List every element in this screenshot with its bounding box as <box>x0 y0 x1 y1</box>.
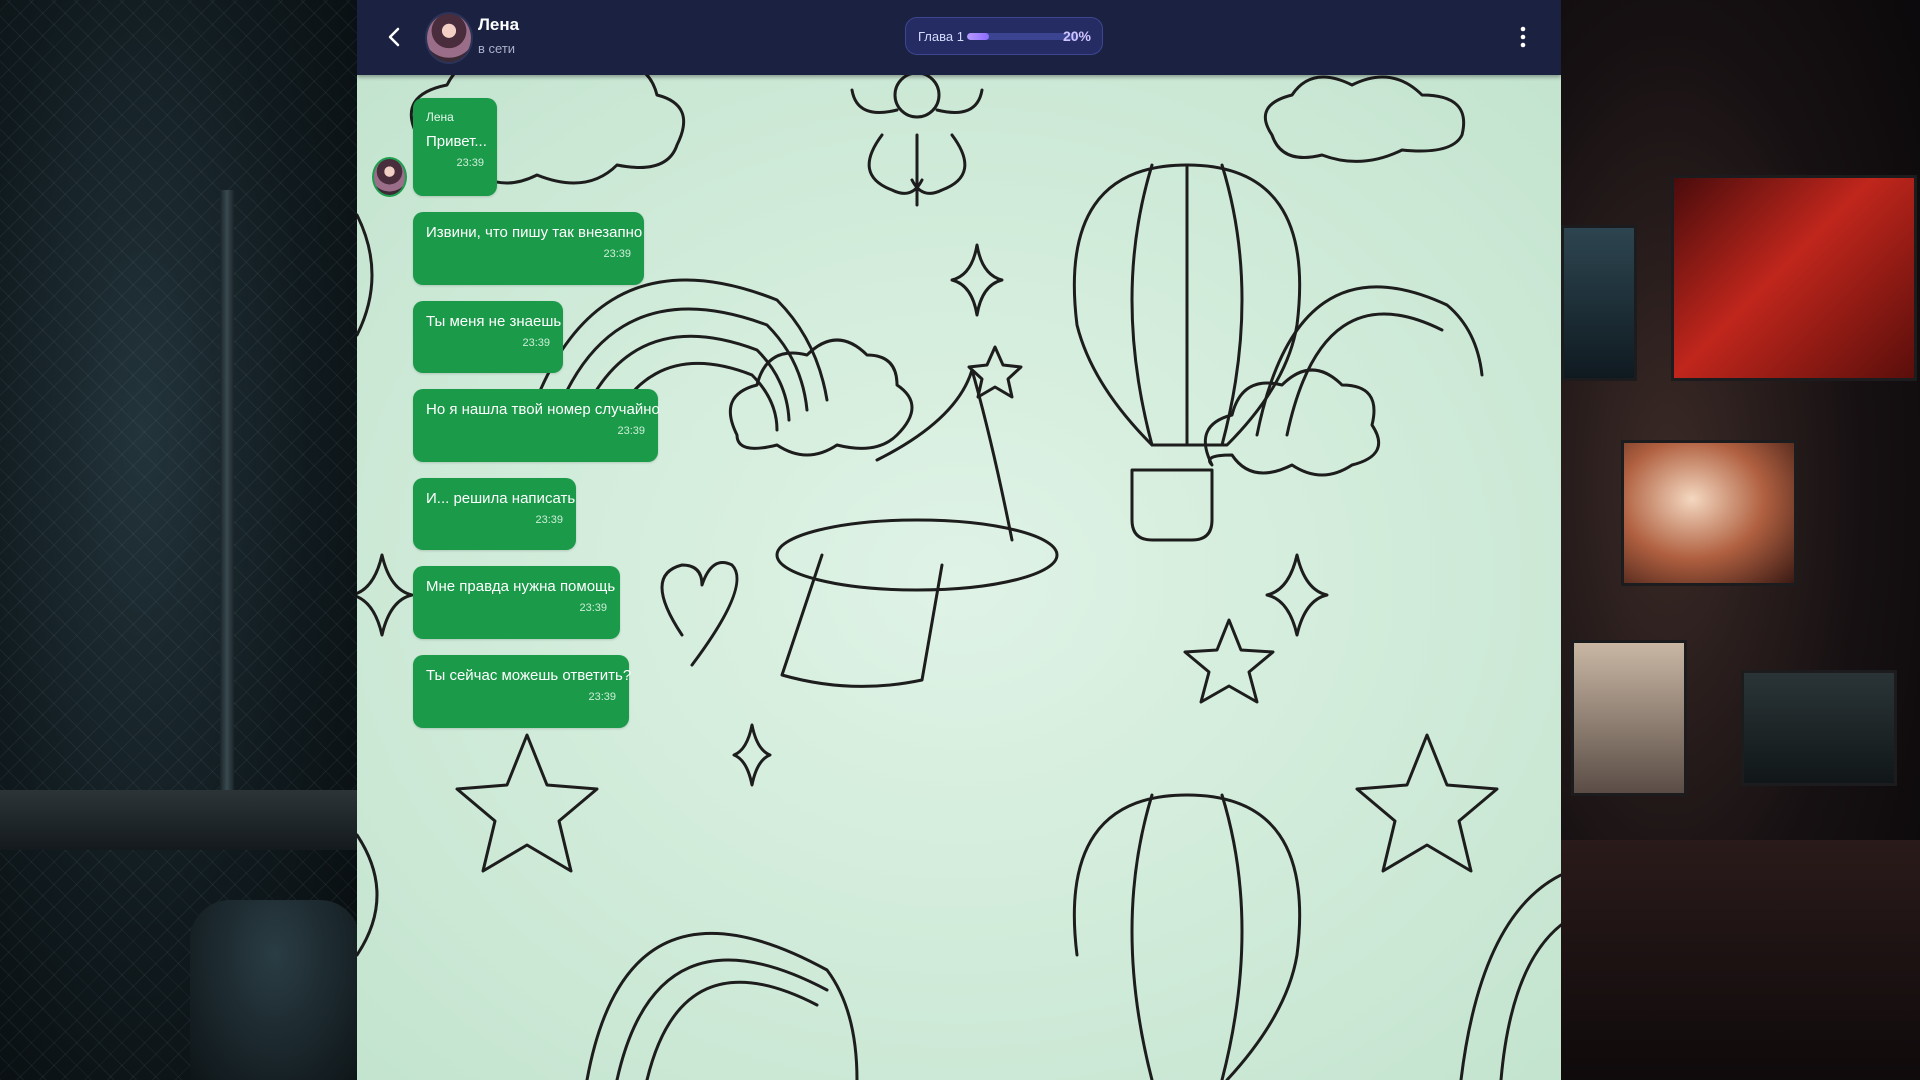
message-list: Лена Привет... 23:39 Извини, что пишу та… <box>357 75 1561 1080</box>
desk-surface <box>1561 840 1920 1080</box>
contact-status: в сети <box>478 41 516 56</box>
chat-app: Лена в сети Глава 1 20% Лена Привет... 2… <box>357 0 1561 1080</box>
monitor-screen <box>1741 670 1897 786</box>
message-text: Мне правда нужна помощь <box>426 578 616 595</box>
chair-silhouette <box>190 900 357 1080</box>
message-text: Ты сейчас можешь ответить? <box>426 667 632 684</box>
message-bubble[interactable]: Лена Привет... 23:39 <box>413 98 497 196</box>
back-button[interactable] <box>379 22 409 52</box>
monitor-screen <box>1671 175 1917 381</box>
monitor-screen <box>1571 640 1687 796</box>
message-text: И... решила написать <box>426 490 576 507</box>
monitor-screen <box>1561 225 1637 381</box>
fence-post <box>220 190 234 830</box>
message-text: Ты меня не знаешь <box>426 313 562 330</box>
message-text: Но я нашла твой номер случайно <box>426 401 660 418</box>
message-time: 23:39 <box>603 248 631 260</box>
more-vertical-icon <box>1520 26 1526 48</box>
message-bubble[interactable]: Ты сейчас можешь ответить? 23:39 <box>413 655 632 728</box>
message-time: 23:39 <box>588 691 616 703</box>
message-time: 23:39 <box>522 337 550 349</box>
chapter-label: Глава 1 <box>918 29 964 44</box>
message-text: Извини, что пишу так внезапно <box>426 224 643 241</box>
chat-header: Лена в сети Глава 1 20% <box>357 0 1561 75</box>
message-bubble[interactable]: И... решила написать 23:39 <box>413 478 576 550</box>
chevron-left-icon <box>388 27 400 47</box>
left-background-scene <box>0 0 357 1080</box>
concrete-ledge <box>0 790 357 850</box>
chapter-percent: 20% <box>1062 28 1091 44</box>
message-text: Привет... <box>426 133 487 150</box>
message-bubble[interactable]: Но я нашла твой номер случайно 23:39 <box>413 389 660 462</box>
message-time: 23:39 <box>535 514 563 526</box>
message-time: 23:39 <box>617 425 645 437</box>
chapter-progress-fill <box>967 33 990 40</box>
message-time: 23:39 <box>456 157 484 169</box>
message-sender: Лена <box>426 110 454 124</box>
message-bubble[interactable]: Извини, что пишу так внезапно 23:39 <box>413 212 644 285</box>
message-time: 23:39 <box>579 602 607 614</box>
chapter-progress: Глава 1 20% <box>905 17 1103 55</box>
monitor-screen <box>1621 440 1797 586</box>
right-background-scene <box>1561 0 1920 1080</box>
contact-avatar[interactable] <box>425 12 473 64</box>
contact-name: Лена <box>478 15 520 34</box>
sender-avatar[interactable] <box>372 157 407 197</box>
message-bubble[interactable]: Мне правда нужна помощь 23:39 <box>413 566 620 639</box>
message-bubble[interactable]: Ты меня не знаешь 23:39 <box>413 301 563 373</box>
more-options-button[interactable] <box>1513 22 1533 52</box>
